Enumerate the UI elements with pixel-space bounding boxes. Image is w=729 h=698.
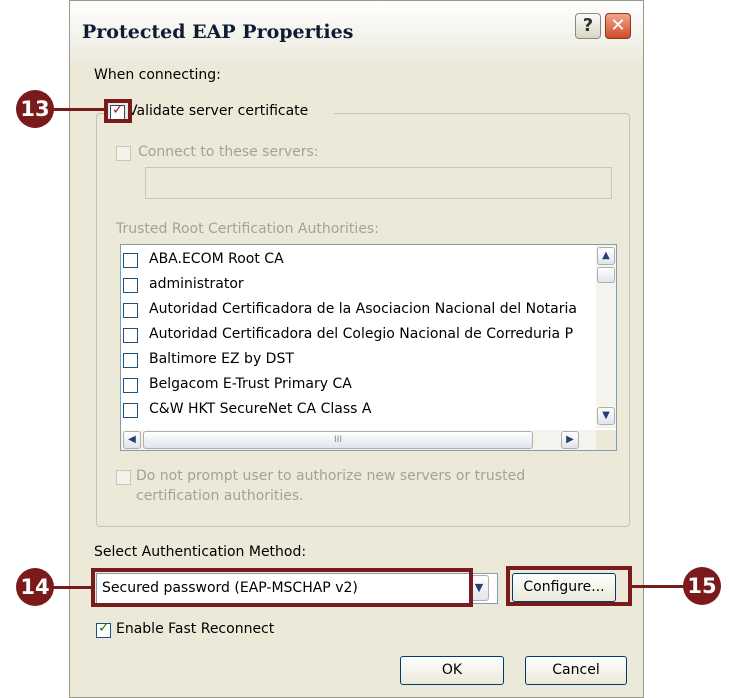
callout-15: 15 <box>683 567 721 605</box>
configure-highlight <box>506 566 632 606</box>
chevron-left-icon: ◀ <box>128 434 136 445</box>
auth-method-highlight <box>91 568 473 607</box>
horizontal-scroll-thumb[interactable]: III <box>143 431 533 449</box>
scroll-up-button[interactable]: ▲ <box>597 247 615 265</box>
connect-servers-checkbox[interactable] <box>116 146 131 161</box>
ok-button[interactable]: OK <box>400 656 504 685</box>
horizontal-scrollbar[interactable]: ◀ III ▶ <box>121 430 596 450</box>
help-button[interactable]: ? <box>575 13 601 39</box>
close-button[interactable]: ✕ <box>605 13 631 39</box>
validate-label: Validate server certificate <box>128 103 309 119</box>
list-item-checkbox[interactable] <box>123 303 138 318</box>
dialog-title: Protected EAP Properties <box>82 21 354 43</box>
help-icon: ? <box>582 15 594 36</box>
cancel-button[interactable]: Cancel <box>525 656 627 685</box>
connect-servers-label: Connect to these servers: <box>138 144 319 160</box>
chevron-down-icon: ▼ <box>474 581 484 594</box>
do-not-prompt-checkbox[interactable] <box>116 470 131 485</box>
list-item-checkbox[interactable] <box>123 328 138 343</box>
list-item-checkbox[interactable] <box>123 353 138 368</box>
close-icon: ✕ <box>610 15 626 36</box>
vertical-scroll-thumb[interactable] <box>597 267 615 283</box>
list-item-label: C&W HKT SecureNet CA Class A <box>149 401 372 417</box>
list-item-checkbox[interactable] <box>123 253 138 268</box>
list-item-label: ABA.ECOM Root CA <box>149 251 284 267</box>
title-bar: Protected EAP Properties ? ✕ <box>70 1 643 67</box>
ok-button-label: OK <box>441 662 463 678</box>
when-connecting-label: When connecting: <box>94 67 221 83</box>
grip-icon: III <box>334 435 342 445</box>
validate-server-certificate[interactable]: ✓ Validate server certificate <box>104 102 334 123</box>
cancel-button-label: Cancel <box>552 662 600 678</box>
scroll-down-button[interactable]: ▼ <box>597 407 615 425</box>
check-icon: ✓ <box>98 620 110 636</box>
list-item-label: administrator <box>149 276 244 292</box>
list-item-checkbox[interactable] <box>123 403 138 418</box>
do-not-prompt-label-line1: Do not prompt user to authorize new serv… <box>136 468 526 484</box>
list-item-checkbox[interactable] <box>123 378 138 393</box>
scroll-right-button[interactable]: ▶ <box>561 431 579 449</box>
list-item-label: Baltimore EZ by DST <box>149 351 294 367</box>
scroll-left-button[interactable]: ◀ <box>123 431 141 449</box>
list-item-checkbox[interactable] <box>123 278 138 293</box>
trusted-root-label: Trusted Root Certification Authorities: <box>116 221 379 237</box>
validate-checkbox-highlight <box>104 99 132 123</box>
callout-14: 14 <box>16 568 54 606</box>
list-item-label: Autoridad Certificadora de la Asociacion… <box>149 301 577 317</box>
list-item-label: Autoridad Certificadora del Colegio Naci… <box>149 326 574 342</box>
do-not-prompt-label-line2: certification authorities. <box>136 488 304 504</box>
fast-reconnect-checkbox[interactable]: ✓ <box>96 620 111 638</box>
fast-reconnect-label: Enable Fast Reconnect <box>116 621 275 637</box>
auth-method-label: Select Authentication Method: <box>94 544 307 560</box>
vertical-scrollbar[interactable]: ▲ ▼ <box>596 245 616 428</box>
callout-15-line <box>630 585 688 588</box>
callout-14-line <box>50 586 93 589</box>
list-item-label: Belgacom E-Trust Primary CA <box>149 376 352 392</box>
chevron-up-icon: ▲ <box>602 250 610 261</box>
callout-13: 13 <box>16 90 54 128</box>
chevron-right-icon: ▶ <box>566 434 574 445</box>
servers-input[interactable] <box>145 167 612 199</box>
scroll-corner <box>596 430 616 450</box>
trusted-root-ca-list[interactable]: ABA.ECOM Root CA administrator Autoridad… <box>120 244 617 451</box>
chevron-down-icon: ▼ <box>602 410 610 421</box>
callout-13-line <box>50 108 106 111</box>
